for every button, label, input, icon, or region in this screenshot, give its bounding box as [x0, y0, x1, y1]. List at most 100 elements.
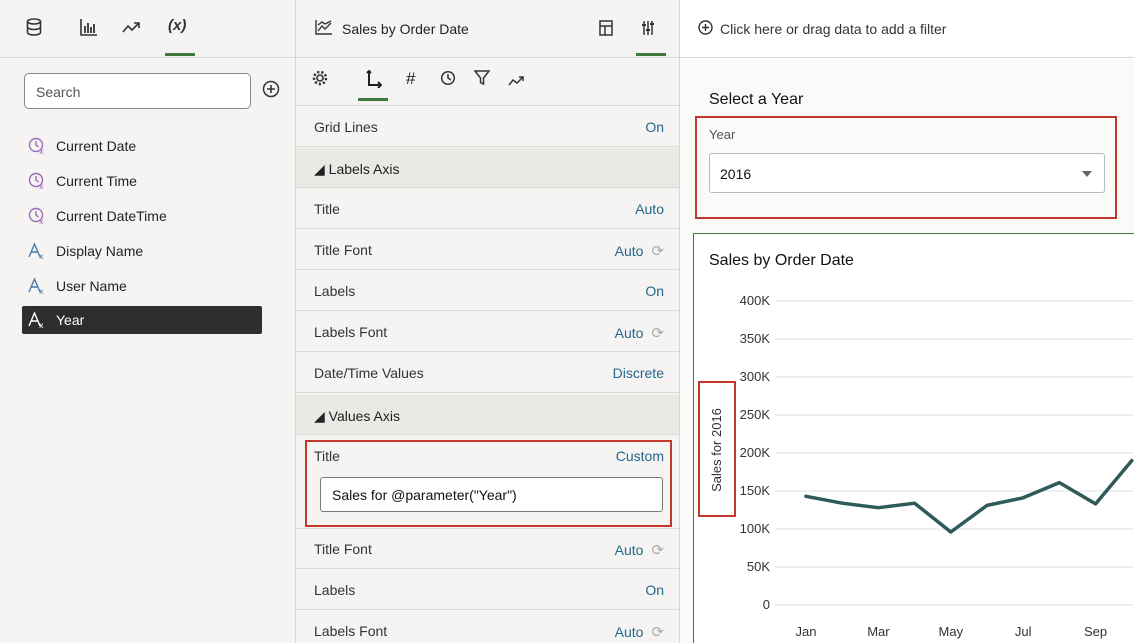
- properties-sliders-icon[interactable]: [641, 20, 655, 39]
- labels-axis-datetime-row[interactable]: Date/Time Values Discrete: [296, 353, 679, 393]
- data-panel: (x) Search x Current Date x Current Time…: [0, 0, 296, 643]
- row-value[interactable]: Auto: [615, 243, 644, 259]
- analytics-icon[interactable]: [122, 22, 140, 34]
- series-line[interactable]: [804, 458, 1134, 534]
- clock-icon[interactable]: [440, 70, 456, 89]
- values-axis-title-font-row[interactable]: Title Font Auto ⟳: [296, 529, 679, 569]
- labels-axis-labels-row[interactable]: Labels On: [296, 271, 679, 311]
- y-tick-label: 200K: [740, 445, 771, 460]
- parameter-list: x Current Date x Current Time x Current …: [22, 128, 262, 334]
- x-tick-label: May: [939, 624, 964, 639]
- list-item[interactable]: x Display Name: [22, 233, 262, 268]
- list-item[interactable]: x Current Date: [22, 128, 262, 163]
- visualizations-icon[interactable]: [80, 18, 98, 36]
- row-value-wrap: Auto ⟳: [615, 623, 664, 641]
- row-value[interactable]: Auto: [615, 325, 644, 341]
- highlight-box: [698, 381, 736, 517]
- row-value[interactable]: Auto: [635, 201, 664, 217]
- y-tick-label: 50K: [747, 559, 770, 574]
- clock-x-icon: x: [28, 172, 48, 190]
- section-header: ◢ Labels Axis: [314, 161, 400, 177]
- list-item-label: Current DateTime: [56, 207, 167, 224]
- svg-text:x: x: [39, 147, 44, 155]
- row-label: Labels Font: [314, 623, 388, 639]
- row-label: Labels: [314, 283, 356, 299]
- text-x-icon: x: [28, 241, 48, 260]
- labels-axis-title-row[interactable]: Title Auto: [296, 189, 679, 229]
- row-label: Date/Time Values: [314, 365, 424, 381]
- row-value[interactable]: Discrete: [613, 365, 664, 381]
- row-value[interactable]: On: [645, 119, 664, 135]
- active-tab-indicator: [165, 53, 195, 56]
- list-item-label: Year: [56, 312, 85, 328]
- reset-icon[interactable]: ⟳: [651, 541, 664, 559]
- properties-header: Sales by Order Date: [296, 0, 679, 58]
- list-item-label: Current Date: [56, 137, 137, 154]
- variables-icon[interactable]: (x): [168, 17, 186, 34]
- section-header: ◢ Values Axis: [314, 408, 400, 424]
- list-item-label: Display Name: [56, 242, 144, 259]
- viz-title: Sales by Order Date: [342, 21, 469, 37]
- svg-text:x: x: [39, 252, 44, 260]
- row-label: Labels: [314, 582, 356, 598]
- clock-x-icon: x: [28, 137, 48, 155]
- reset-icon[interactable]: ⟳: [651, 623, 664, 641]
- row-value-wrap: Auto ⟳: [615, 541, 664, 559]
- line-chart-icon: [315, 19, 333, 38]
- text-x-icon: x: [28, 276, 48, 295]
- clock-x-icon: x: [28, 207, 48, 225]
- analytics-icon[interactable]: [508, 74, 524, 90]
- labels-axis-title-font-row[interactable]: Title Font Auto ⟳: [296, 230, 679, 270]
- x-tick-label: Sep: [1084, 624, 1107, 639]
- list-item[interactable]: x Current Time: [22, 163, 262, 198]
- row-value[interactable]: On: [645, 283, 664, 299]
- active-tab-indicator: [636, 53, 666, 56]
- y-tick-label: 400K: [740, 293, 771, 308]
- row-value[interactable]: On: [645, 582, 664, 598]
- canvas: Click here or drag data to add a filter …: [680, 0, 1134, 643]
- search-input[interactable]: Search: [24, 73, 251, 109]
- y-tick-label: 350K: [740, 331, 771, 346]
- y-tick-label: 100K: [740, 521, 771, 536]
- x-tick-label: Mar: [867, 624, 890, 639]
- y-tick-label: 150K: [740, 483, 771, 498]
- values-axis-labels-font-row[interactable]: Labels Font Auto ⟳: [296, 611, 679, 643]
- y-tick-label: 300K: [740, 369, 771, 384]
- row-value[interactable]: Auto: [615, 624, 644, 640]
- general-gear-icon[interactable]: [312, 70, 328, 89]
- number-format-icon[interactable]: #: [406, 69, 415, 89]
- labels-axis-labels-font-row[interactable]: Labels Font Auto ⟳: [296, 312, 679, 352]
- values-axis-labels-row[interactable]: Labels On: [296, 570, 679, 610]
- row-label: Title: [314, 201, 340, 217]
- x-tick-label: Jan: [796, 624, 817, 639]
- svg-text:x: x: [39, 321, 44, 329]
- grammar-panel-icon[interactable]: [599, 20, 613, 39]
- line-chart[interactable]: 0 50K 100K 150K 200K 250K 300K 350K 400K Jan Mar M…: [680, 0, 1134, 643]
- list-item[interactable]: x User Name: [22, 268, 262, 303]
- active-tab-indicator: [358, 98, 388, 101]
- data-panel-tabs: (x): [0, 0, 295, 58]
- row-label: Grid Lines: [314, 119, 378, 135]
- text-x-icon: x: [28, 311, 48, 329]
- y-tick-label: 250K: [740, 407, 771, 422]
- highlight-box: [305, 440, 672, 527]
- data-icon[interactable]: [26, 18, 42, 36]
- values-axis-section[interactable]: ◢ Values Axis: [296, 395, 679, 435]
- row-value[interactable]: Auto: [615, 542, 644, 558]
- row-value-wrap: Auto ⟳: [615, 242, 664, 260]
- labels-axis-section[interactable]: ◢ Labels Axis: [296, 148, 679, 188]
- row-label: Labels Font: [314, 324, 388, 340]
- property-tabs: #: [296, 58, 679, 106]
- svg-text:x: x: [39, 182, 44, 190]
- grid-lines-row[interactable]: Grid Lines On: [296, 107, 679, 147]
- add-circle-icon[interactable]: [262, 80, 280, 101]
- reset-icon[interactable]: ⟳: [651, 242, 664, 260]
- reset-icon[interactable]: ⟳: [651, 324, 664, 342]
- axis-icon[interactable]: [366, 69, 383, 91]
- list-item-selected[interactable]: x Year: [22, 306, 262, 334]
- list-item[interactable]: x Current DateTime: [22, 198, 262, 233]
- filter-icon[interactable]: [473, 70, 491, 89]
- row-label: Title Font: [314, 541, 372, 557]
- svg-text:x: x: [39, 217, 44, 225]
- properties-panel: Sales by Order Date # Grid Lines On ◢ La…: [296, 0, 680, 643]
